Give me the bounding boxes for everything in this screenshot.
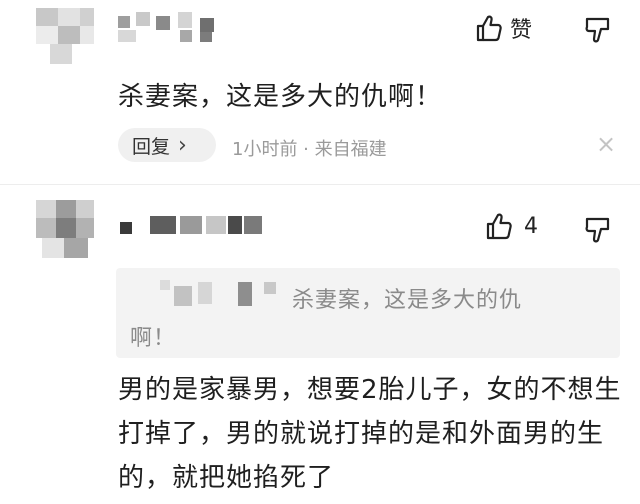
divider <box>0 184 640 185</box>
like-label: 赞 <box>510 18 533 43</box>
thumbs-up-icon <box>476 14 502 42</box>
reply-label: 回复 <box>132 135 171 158</box>
chevron-right-icon: › <box>178 132 187 158</box>
avatar[interactable] <box>36 200 94 258</box>
thumbs-down-icon[interactable] <box>584 216 612 244</box>
avatar[interactable] <box>36 8 94 66</box>
comment-text: 杀妻案，这是多大的仇啊！ <box>118 82 443 112</box>
close-icon[interactable]: × <box>596 130 616 158</box>
username[interactable] <box>118 12 228 42</box>
quoted-text-line2: 啊！ <box>130 326 177 351</box>
reply-button[interactable]: 回复 › <box>118 128 216 162</box>
thumbs-up-icon <box>486 212 512 240</box>
like-button[interactable]: 赞 <box>476 12 532 44</box>
quoted-text-line1: 杀妻案，这是多大的仇 <box>292 288 523 313</box>
thumbs-down-icon[interactable] <box>584 16 612 44</box>
username[interactable] <box>118 214 268 244</box>
like-count: 4 <box>524 213 538 239</box>
quoted-username <box>138 280 278 310</box>
quoted-comment[interactable]: 杀妻案，这是多大的仇 啊！ <box>116 268 620 358</box>
like-button[interactable]: 4 <box>486 212 538 240</box>
comment-meta: 1小时前 · 来自福建 <box>232 139 387 160</box>
comment-text: 男的是家暴男，想要2胎儿子，女的不想生打掉了，男的就说打掉的是和外面男的生的，就… <box>118 375 622 493</box>
